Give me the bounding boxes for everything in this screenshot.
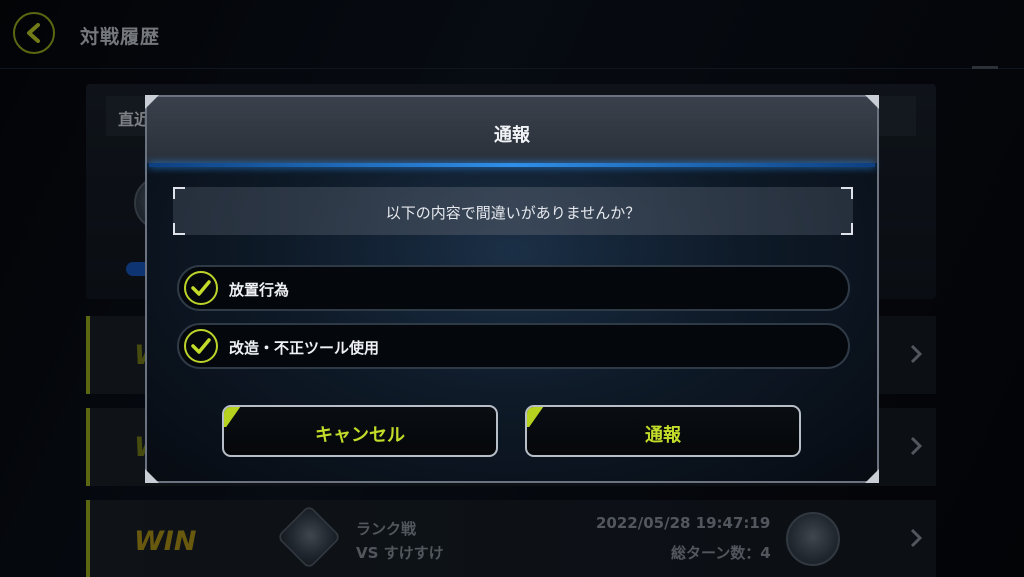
- report-button[interactable]: 通報: [525, 405, 801, 457]
- confirmation-message: 以下の内容で間違いがありませんか？: [385, 204, 641, 222]
- cancel-button[interactable]: キャンセル: [222, 405, 498, 457]
- corner-ornament: [865, 469, 879, 483]
- dialog-title: 通報: [494, 125, 530, 146]
- bracket-ornament: [841, 223, 853, 235]
- checkmark-icon: [184, 271, 218, 305]
- report-reason-option[interactable]: 放置行為: [177, 265, 850, 311]
- report-reason-option[interactable]: 改造・不正ツール使用: [177, 323, 850, 369]
- report-dialog: 通報 以下の内容で間違いがありませんか？ 放置行為 改造・不正ツール使用 キャン…: [145, 95, 879, 483]
- dialog-divider: [149, 163, 875, 167]
- report-button-label: 通報: [645, 425, 681, 446]
- option-label: 放置行為: [229, 281, 290, 299]
- corner-ornament: [145, 469, 159, 483]
- corner-ornament: [865, 95, 879, 109]
- screen: 対戦履歴 直近 WIN WIN WIN ランク戦 VS すけすけ 2022/05…: [0, 0, 1024, 577]
- bracket-ornament: [841, 187, 853, 199]
- corner-ornament: [145, 95, 159, 109]
- bracket-ornament: [173, 223, 185, 235]
- bracket-ornament: [173, 187, 185, 199]
- confirmation-message-box: 以下の内容で間違いがありませんか？: [173, 187, 853, 235]
- option-label: 改造・不正ツール使用: [229, 339, 380, 357]
- cancel-button-label: キャンセル: [315, 425, 405, 446]
- checkmark-icon: [184, 329, 218, 363]
